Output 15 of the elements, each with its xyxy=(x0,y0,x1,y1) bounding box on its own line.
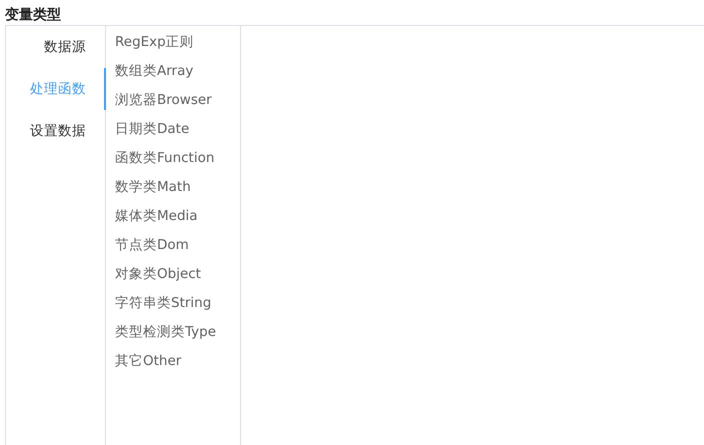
function-item[interactable]: 节点类Dom xyxy=(115,231,240,260)
function-item[interactable]: 浏览器Browser xyxy=(115,86,240,115)
function-item[interactable]: 日期类Date xyxy=(115,115,240,144)
category-tab[interactable]: 设置数据 xyxy=(30,110,106,152)
category-tab[interactable]: 数据源 xyxy=(44,26,106,68)
function-item[interactable]: 其它Other xyxy=(115,347,240,376)
function-item[interactable]: 数组类Array xyxy=(115,57,240,86)
function-item[interactable]: 数学类Math xyxy=(115,173,240,202)
function-item[interactable]: RegExp正则 xyxy=(115,28,240,57)
function-item[interactable]: 媒体类Media xyxy=(115,202,240,231)
function-item[interactable]: 对象类Object xyxy=(115,260,240,289)
function-item[interactable]: 类型检测类Type xyxy=(115,318,240,347)
function-item[interactable]: 字符串类String xyxy=(115,289,240,318)
function-item[interactable]: 函数类Function xyxy=(115,144,240,173)
section-title: 变量类型 xyxy=(4,6,62,25)
